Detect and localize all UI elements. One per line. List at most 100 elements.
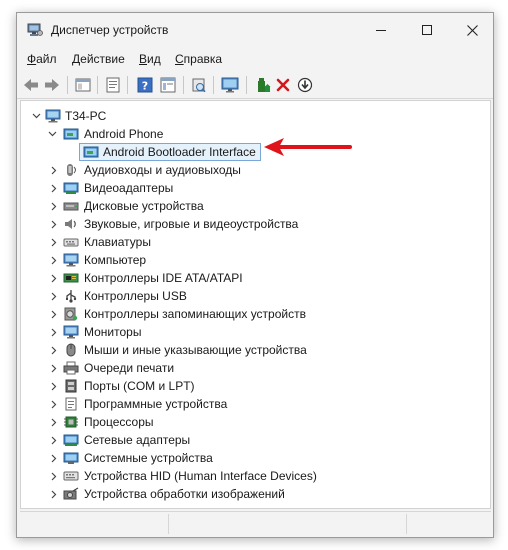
tree-category[interactable]: Мониторы <box>21 323 481 341</box>
console-tree-icon <box>75 78 91 92</box>
toolbar-separator <box>127 76 128 94</box>
tree-category-label: Системные устройства <box>84 451 213 465</box>
back-icon <box>24 79 38 91</box>
ide-controller-icon <box>63 271 79 285</box>
tree-category[interactable]: Устройства HID (Human Interface Devices) <box>21 467 481 485</box>
tree-category[interactable]: Очереди печати <box>21 359 481 377</box>
scan-hardware-icon <box>192 78 206 93</box>
chevron-right-icon[interactable] <box>49 399 59 409</box>
tree-category-label: Порты (COM и LPT) <box>84 379 195 393</box>
processor-icon <box>63 415 79 429</box>
chevron-right-icon[interactable] <box>49 183 59 193</box>
chevron-right-icon[interactable] <box>49 291 59 301</box>
tree-category[interactable]: Клавиатуры <box>21 233 481 251</box>
chevron-down-icon[interactable] <box>31 111 41 121</box>
system-device-icon <box>63 451 79 465</box>
tree-category[interactable]: Сетевые адаптеры <box>21 431 481 449</box>
tree-category[interactable]: Контроллеры IDE ATA/ATAPI <box>21 269 481 287</box>
uninstall-button[interactable] <box>273 75 293 95</box>
tree-category[interactable]: Контроллеры USB <box>21 287 481 305</box>
tree-category[interactable]: Аудиовходы и аудиовыходы <box>21 161 481 179</box>
tree-category-label: Мыши и иные указывающие устройства <box>84 343 307 357</box>
title-bar: Диспетчер устройств <box>17 13 493 47</box>
minimize-icon <box>376 29 386 31</box>
keyboard-icon <box>63 235 79 249</box>
properties-button[interactable] <box>103 75 123 95</box>
minimize-button[interactable] <box>358 13 404 47</box>
status-divider <box>168 514 169 534</box>
tree-category[interactable]: Программные устройства <box>21 395 481 413</box>
chevron-right-icon[interactable] <box>49 237 59 247</box>
toolbar-separator <box>213 76 214 94</box>
menu-view[interactable]: Вид <box>139 52 161 66</box>
chevron-right-icon[interactable] <box>49 417 59 427</box>
disable-device-button[interactable] <box>295 75 315 95</box>
chevron-right-icon[interactable] <box>49 255 59 265</box>
maximize-button[interactable] <box>404 13 450 47</box>
chevron-right-icon[interactable] <box>49 165 59 175</box>
uninstall-icon <box>276 78 290 92</box>
menu-file[interactable]: Файл <box>27 52 57 66</box>
port-icon <box>63 379 79 393</box>
tree-category-android-phone[interactable]: Android Phone <box>21 125 481 143</box>
toolbar: ? <box>17 71 493 99</box>
chevron-right-icon[interactable] <box>49 381 59 391</box>
chevron-right-icon[interactable] <box>49 363 59 373</box>
imaging-device-icon <box>63 487 79 501</box>
tree-category[interactable]: Звуковые, игровые и видеоустройства <box>21 215 481 233</box>
forward-icon <box>45 79 59 91</box>
tree-category-label: Устройства HID (Human Interface Devices) <box>84 469 317 483</box>
svg-text:?: ? <box>142 80 148 93</box>
menu-action[interactable]: Действие <box>72 52 125 66</box>
update-driver-button[interactable] <box>253 75 273 95</box>
help-button[interactable]: ? <box>135 75 155 95</box>
menu-help[interactable]: Справка <box>175 52 222 66</box>
view-button[interactable] <box>158 75 178 95</box>
console-tree-button[interactable] <box>73 75 93 95</box>
chevron-right-icon[interactable] <box>49 273 59 283</box>
tree-category-label: Мониторы <box>84 325 142 339</box>
chevron-right-icon[interactable] <box>49 201 59 211</box>
chevron-right-icon[interactable] <box>49 489 59 499</box>
toolbar-separator <box>183 76 184 94</box>
chevron-right-icon[interactable] <box>49 327 59 337</box>
tree-category-label: Устройства обработки изображений <box>84 487 285 501</box>
tree-category[interactable]: Компьютер <box>21 251 481 269</box>
device-manager-window: Диспетчер устройств Файл Действие Вид Сп… <box>16 12 494 538</box>
tree-category[interactable]: Мыши и иные указывающие устройства <box>21 341 481 359</box>
computer-icon <box>63 253 79 267</box>
scan-hardware-button[interactable] <box>189 75 209 95</box>
toolbar-separator <box>246 76 247 94</box>
chevron-right-icon[interactable] <box>49 435 59 445</box>
monitor-button[interactable] <box>220 75 240 95</box>
chevron-down-icon[interactable] <box>47 129 57 139</box>
status-divider <box>406 514 407 534</box>
disable-device-icon <box>297 77 313 93</box>
tree-category[interactable]: Процессоры <box>21 413 481 431</box>
chevron-right-icon[interactable] <box>49 219 59 229</box>
forward-button[interactable] <box>42 75 62 95</box>
tree-device-android-bootloader[interactable]: Android Bootloader Interface <box>21 143 481 161</box>
tree-category-label: Контроллеры запоминающих устройств <box>84 307 306 321</box>
tree-category[interactable]: Порты (COM и LPT) <box>21 377 481 395</box>
audio-io-icon <box>63 163 79 177</box>
close-button[interactable] <box>449 13 495 47</box>
device-tree[interactable]: T34-PC Android Phone Android Bootloader … <box>20 100 491 509</box>
chevron-right-icon[interactable] <box>49 471 59 481</box>
back-button[interactable] <box>21 75 41 95</box>
tree-category-label: Процессоры <box>84 415 154 429</box>
tree-category-label: Видеоадаптеры <box>84 181 174 195</box>
network-adapter-icon <box>63 433 79 447</box>
status-bar <box>20 511 491 535</box>
tree-category[interactable]: Устройства обработки изображений <box>21 485 481 503</box>
tree-category[interactable]: Контроллеры запоминающих устройств <box>21 305 481 323</box>
chevron-right-icon[interactable] <box>49 309 59 319</box>
tree-category[interactable]: Дисковые устройства <box>21 197 481 215</box>
tree-category[interactable]: Системные устройства <box>21 449 481 467</box>
display-adapter-icon <box>63 181 79 195</box>
chevron-right-icon[interactable] <box>49 453 59 463</box>
chevron-right-icon[interactable] <box>49 345 59 355</box>
storage-controller-icon <box>63 307 79 321</box>
tree-category[interactable]: Видеоадаптеры <box>21 179 481 197</box>
tree-root[interactable]: T34-PC <box>21 107 481 125</box>
